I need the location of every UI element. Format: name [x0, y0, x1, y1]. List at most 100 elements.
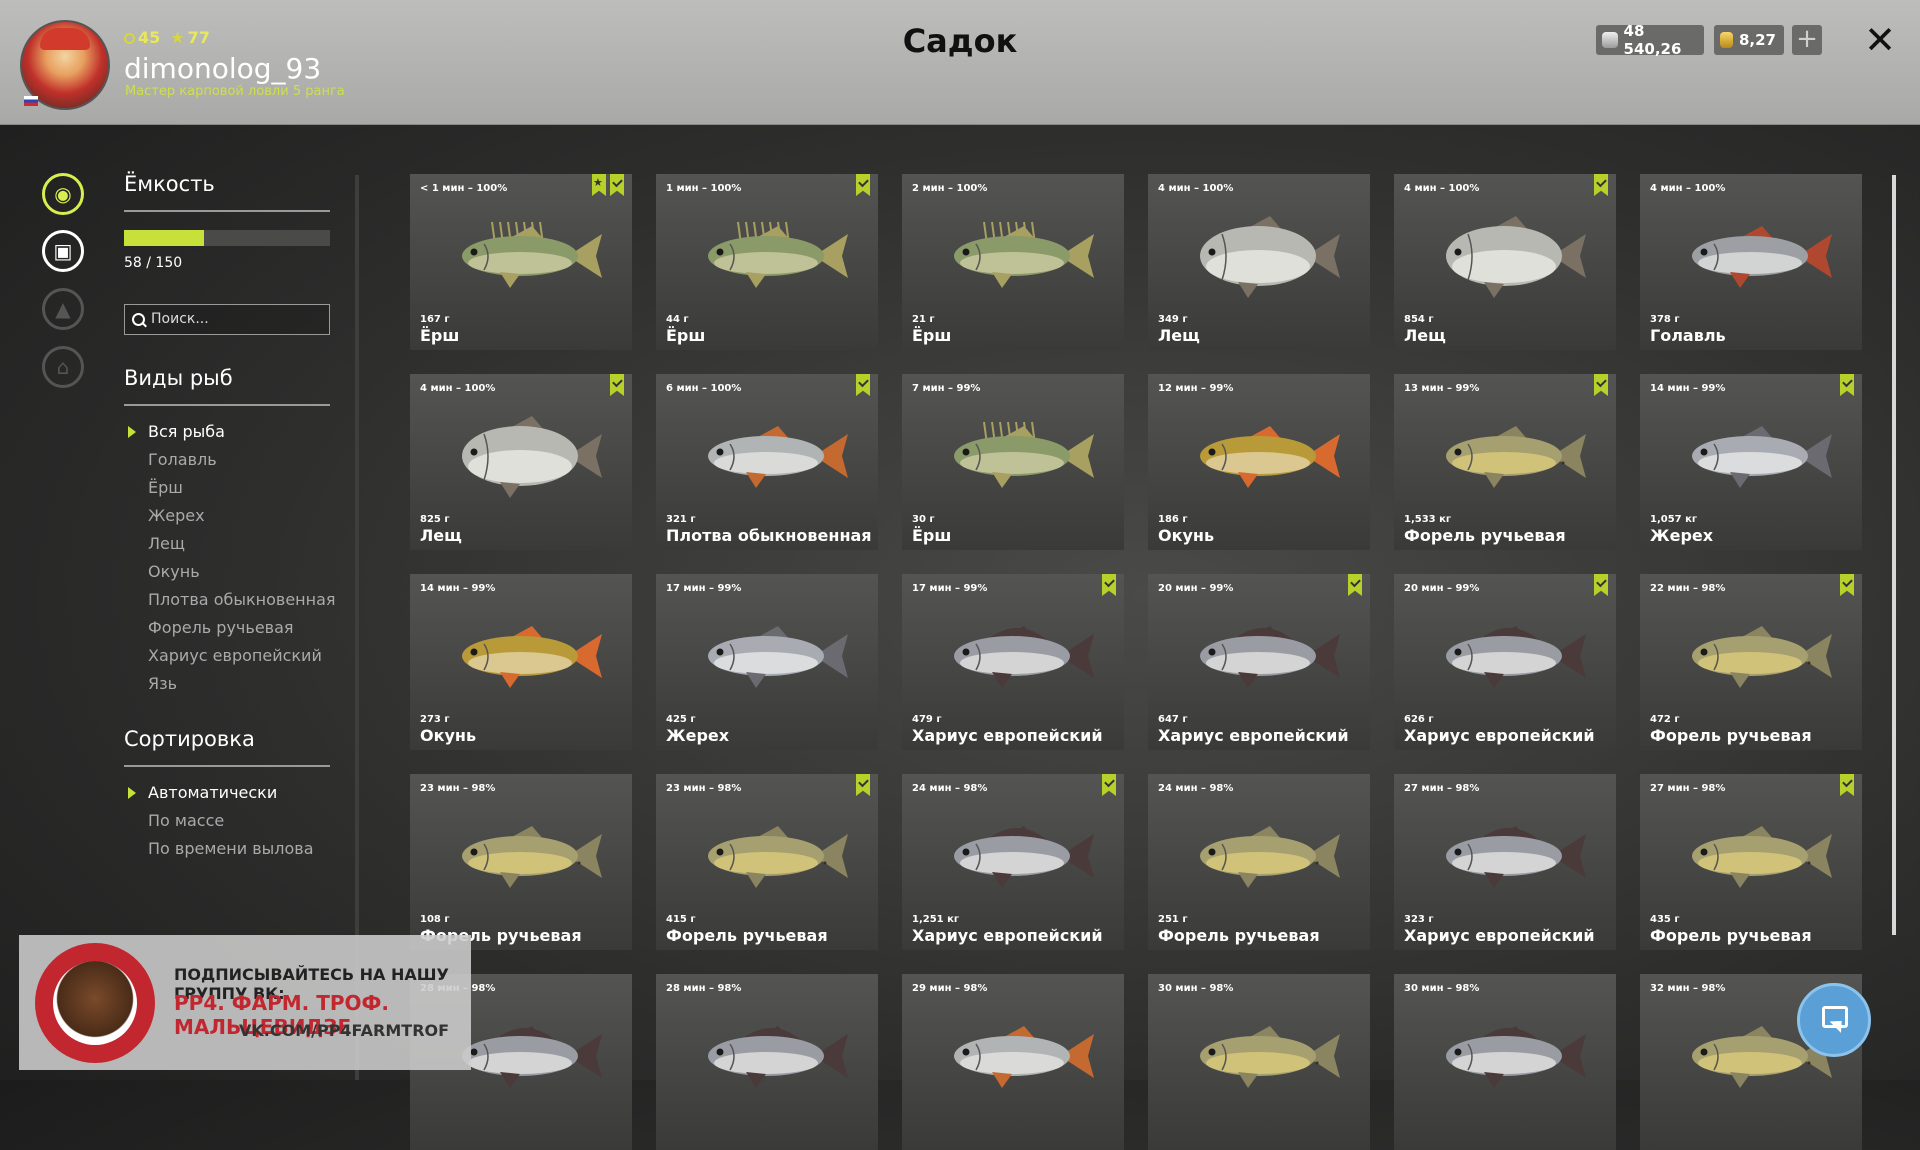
- russia-flag-icon: [24, 96, 38, 106]
- upgrade-tab[interactable]: ▲: [42, 288, 84, 330]
- bookmark-check-icon[interactable]: [1840, 374, 1854, 396]
- fish-tab[interactable]: ◉: [42, 173, 84, 215]
- fish-name: Ёрш: [912, 526, 952, 545]
- fish-card[interactable]: 14 мин – 99% 1,057 кг Жерех: [1640, 374, 1862, 550]
- bookmark-check-icon[interactable]: [1840, 574, 1854, 596]
- add-gold-button[interactable]: +: [1792, 25, 1822, 55]
- fish-name: Форель ручьевая: [1404, 526, 1566, 545]
- sort-list: Автоматически По массе По времени вылова: [128, 779, 314, 863]
- fish-name: Ёрш: [420, 326, 460, 345]
- species-filter-item[interactable]: Жерех: [148, 502, 336, 530]
- fish-card[interactable]: 17 мин – 99% 425 г Жерех: [656, 574, 878, 750]
- fish-card[interactable]: 4 мин – 100% 378 г Голавль: [1640, 174, 1862, 350]
- fish-card[interactable]: 23 мин – 98% 108 г Форель ручьевая: [410, 774, 632, 950]
- fish-card[interactable]: 30 мин – 98%: [1148, 974, 1370, 1150]
- bookmark-check-icon[interactable]: [1348, 574, 1362, 596]
- bookmark-check-icon[interactable]: [856, 774, 870, 796]
- fish-card[interactable]: 7 мин – 99% 30 г Ёрш: [902, 374, 1124, 550]
- fish-card[interactable]: 6 мин – 100% 321 г Плотва обыкновенная: [656, 374, 878, 550]
- bookmark-check-icon[interactable]: [610, 174, 624, 196]
- upgrade-icon: ▲: [55, 297, 71, 321]
- bookmark-check-icon[interactable]: [1102, 774, 1116, 796]
- sort-option-item[interactable]: По времени вылова: [148, 835, 314, 863]
- fish-weight: 415 г: [666, 914, 696, 925]
- fish-weight: 251 г: [1158, 914, 1188, 925]
- fish-card[interactable]: 27 мин – 98% 323 г Хариус европейский: [1394, 774, 1616, 950]
- fish-image: [1446, 826, 1586, 888]
- capacity-count: 58 / 150: [124, 255, 183, 271]
- species-filter-item[interactable]: Вся рыба: [128, 418, 336, 446]
- fish-image: [1692, 826, 1832, 888]
- fish-card[interactable]: 2 мин – 100% 21 г Ёрш: [902, 174, 1124, 350]
- fish-card[interactable]: 1 мин – 100% 44 г Ёрш: [656, 174, 878, 350]
- bookmark-check-icon[interactable]: [856, 374, 870, 396]
- fish-card[interactable]: 20 мин – 99% 647 г Хариус европейский: [1148, 574, 1370, 750]
- search-input[interactable]: Поиск...: [124, 304, 330, 335]
- bookmark-check-icon[interactable]: [1594, 174, 1608, 196]
- fish-card[interactable]: 23 мин – 98% 415 г Форель ручьевая: [656, 774, 878, 950]
- catch-time: 14 мин – 99%: [420, 583, 496, 594]
- fish-card[interactable]: 4 мин – 100% 825 г Лещ: [410, 374, 632, 550]
- grid-scrollbar[interactable]: [1892, 175, 1896, 935]
- fish-weight: 321 г: [666, 514, 696, 525]
- fish-card[interactable]: 4 мин – 100% 349 г Лещ: [1148, 174, 1370, 350]
- bookmark-check-icon[interactable]: [1594, 574, 1608, 596]
- fish-card[interactable]: 27 мин – 98% 435 г Форель ручьевая: [1640, 774, 1862, 950]
- fish-card[interactable]: 29 мин – 98%: [902, 974, 1124, 1150]
- catch-time: 29 мин – 98%: [912, 983, 988, 994]
- keepnet-tab[interactable]: ▣: [42, 230, 84, 272]
- fish-card[interactable]: 20 мин – 99% 626 г Хариус европейский: [1394, 574, 1616, 750]
- fish-weight: 273 г: [420, 714, 450, 725]
- bookmark-check-icon[interactable]: [1594, 374, 1608, 396]
- fish-card[interactable]: 30 мин – 98%: [1394, 974, 1616, 1150]
- search-placeholder: Поиск...: [151, 311, 209, 327]
- fish-card[interactable]: 4 мин – 100% 854 г Лещ: [1394, 174, 1616, 350]
- species-filter-item[interactable]: Лещ: [148, 530, 336, 558]
- fish-image: [462, 416, 602, 498]
- species-filter-item[interactable]: Ёрш: [148, 474, 336, 502]
- fish-card[interactable]: 13 мин – 99% 1,533 кг Форель ручьевая: [1394, 374, 1616, 550]
- fish-card[interactable]: 24 мин – 98% 251 г Форель ручьевая: [1148, 774, 1370, 950]
- fish-image: [1200, 216, 1340, 298]
- species-filter-item[interactable]: Язь: [148, 670, 336, 698]
- close-button[interactable]: ✕: [1862, 20, 1898, 60]
- bookmark-check-icon[interactable]: [856, 174, 870, 196]
- fish-card[interactable]: 28 мин – 98%: [656, 974, 878, 1150]
- fish-card[interactable]: 24 мин – 98% 1,251 кг Хариус европейский: [902, 774, 1124, 950]
- home-tab[interactable]: ⌂: [42, 346, 84, 388]
- help-button[interactable]: [1797, 983, 1871, 1057]
- catch-time: 4 мин – 100%: [1650, 183, 1726, 194]
- fish-image: [1446, 1026, 1586, 1088]
- fish-name: Лещ: [420, 526, 462, 545]
- fish-card[interactable]: < 1 мин – 100% 167 г Ёрш: [410, 174, 632, 350]
- fish-weight: 425 г: [666, 714, 696, 725]
- species-filter-item[interactable]: Плотва обыкновенная: [148, 586, 336, 614]
- catch-time: 23 мин – 98%: [666, 783, 742, 794]
- species-filter-item[interactable]: Хариус европейский: [148, 642, 336, 670]
- sort-option-item[interactable]: Автоматически: [128, 779, 314, 807]
- species-filter-item[interactable]: Голавль: [148, 446, 336, 474]
- fish-image: [462, 826, 602, 888]
- fish-name: Лещ: [1158, 326, 1200, 345]
- species-filter-item[interactable]: Форель ручьевая: [148, 614, 336, 642]
- catch-time: 14 мин – 99%: [1650, 383, 1726, 394]
- fish-card[interactable]: 22 мин – 98% 472 г Форель ручьевая: [1640, 574, 1862, 750]
- keepnet-icon: ▣: [53, 239, 73, 263]
- bookmark-check-icon[interactable]: [1102, 574, 1116, 596]
- species-filter-item[interactable]: Окунь: [148, 558, 336, 586]
- fish-card[interactable]: 14 мин – 99% 273 г Окунь: [410, 574, 632, 750]
- fish-image: [708, 426, 848, 488]
- fish-name: Окунь: [420, 726, 477, 745]
- bookmark-star-icon[interactable]: [592, 174, 606, 196]
- sort-option-item[interactable]: По массе: [148, 807, 314, 835]
- catch-time: 2 мин – 100%: [912, 183, 988, 194]
- bookmark-check-icon[interactable]: [610, 374, 624, 396]
- fish-image: [1200, 426, 1340, 488]
- fish-card[interactable]: 17 мин – 99% 479 г Хариус европейский: [902, 574, 1124, 750]
- fish-weight: 472 г: [1650, 714, 1680, 725]
- fish-image: [1446, 626, 1586, 688]
- fish-image: [954, 221, 1094, 288]
- fish-card[interactable]: 12 мин – 99% 186 г Окунь: [1148, 374, 1370, 550]
- promo-banner: ПОДПИСЫВАЙТЕСЬ НА НАШУ ГРУППУ ВК: РР4. Ф…: [19, 935, 471, 1070]
- bookmark-check-icon[interactable]: [1840, 774, 1854, 796]
